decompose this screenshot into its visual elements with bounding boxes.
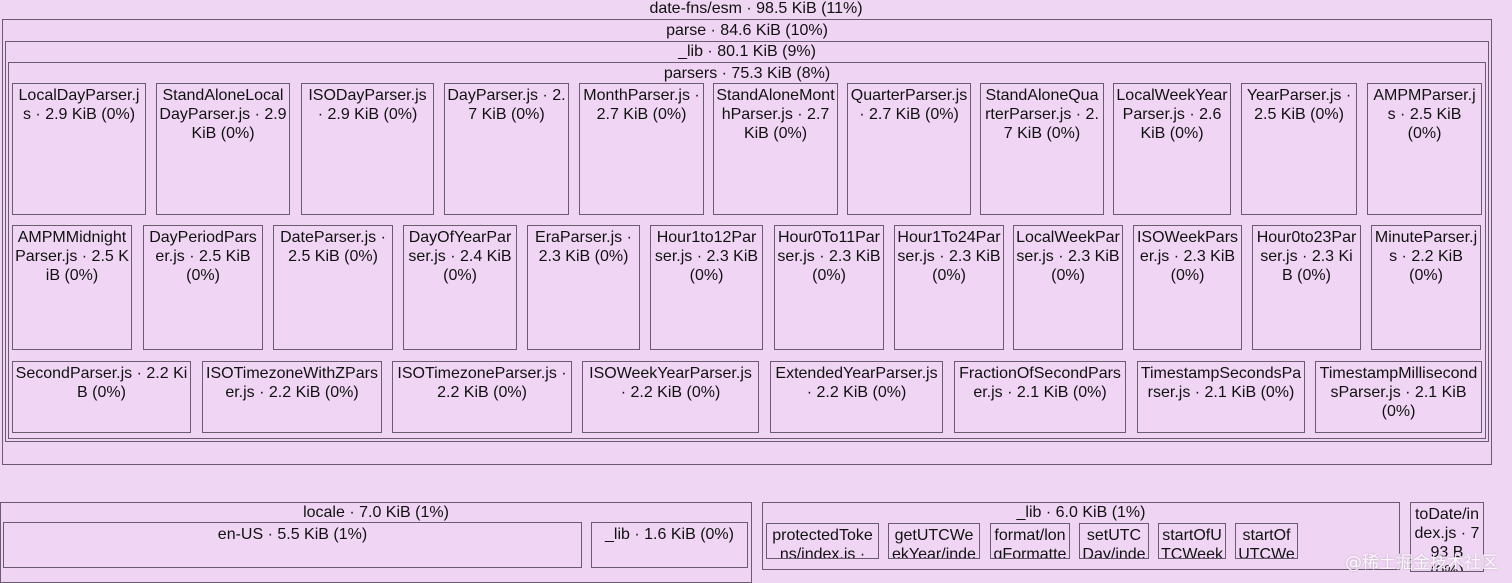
treemap-leaf[interactable]: AMPMMidnightParser.js · 2.5 KiB (0%) xyxy=(12,225,132,350)
treemap-leaf[interactable]: startOfUTCWeek xyxy=(1158,523,1226,559)
treemap-leaf[interactable]: ISOWeekParser.js · 2.3 KiB (0%) xyxy=(1133,225,1242,350)
treemap-leaf[interactable]: TimestampSecondsParser.js · 2.1 KiB (0%) xyxy=(1137,361,1305,433)
treemap-leaf[interactable]: LocalWeekYearParser.js · 2.6 KiB (0%) xyxy=(1113,83,1231,215)
treemap-leaf[interactable]: ISOTimezoneParser.js · 2.2 KiB (0%) xyxy=(392,361,572,433)
treemap-leaf[interactable]: AMPMParser.js · 2.5 KiB (0%) xyxy=(1367,83,1482,215)
group-label: parse · 84.6 KiB (10%) xyxy=(666,22,828,39)
treemap-leaf[interactable]: ISOTimezoneWithZParser.js · 2.2 KiB (0%) xyxy=(202,361,382,433)
treemap-leaf[interactable]: DateParser.js · 2.5 KiB (0%) xyxy=(273,225,393,350)
treemap-leaf[interactable]: YearParser.js · 2.5 KiB (0%) xyxy=(1241,83,1357,215)
treemap-leaf[interactable]: protectedTokens/index.js · xyxy=(766,523,879,559)
group-label: locale · 7.0 KiB (1%) xyxy=(303,504,449,521)
treemap-leaf-en-us[interactable]: en-US · 5.5 KiB (1%) xyxy=(3,522,582,568)
treemap-leaf[interactable]: MinuteParser.js · 2.2 KiB (0%) xyxy=(1371,225,1481,350)
treemap-leaf[interactable]: setUTCDay/index xyxy=(1079,523,1149,559)
treemap-leaf[interactable]: DayOfYearParser.js · 2.4 KiB (0%) xyxy=(403,225,517,350)
treemap-leaf[interactable]: QuarterParser.js · 2.7 KiB (0%) xyxy=(847,83,971,215)
treemap-leaf[interactable]: MonthParser.js · 2.7 KiB (0%) xyxy=(579,83,704,215)
treemap-leaf[interactable]: Hour1To24Parser.js · 2.3 KiB (0%) xyxy=(894,225,1004,350)
treemap-leaf[interactable]: format/longFormatte xyxy=(990,523,1070,559)
treemap-leaf[interactable]: Hour0To11Parser.js · 2.3 KiB (0%) xyxy=(774,225,884,350)
treemap-leaf[interactable]: StandAloneLocalDayParser.js · 2.9 KiB (0… xyxy=(156,83,290,215)
treemap-leaf[interactable]: Hour1to12Parser.js · 2.3 KiB (0%) xyxy=(650,225,763,350)
treemap-leaf[interactable]: ExtendedYearParser.js · 2.2 KiB (0%) xyxy=(770,361,943,433)
root-label: date-fns/esm · 98.5 KiB (11%) xyxy=(649,0,863,17)
treemap-leaf[interactable]: EraParser.js · 2.3 KiB (0%) xyxy=(527,225,640,350)
treemap-leaf[interactable]: StandAloneQuarterParser.js · 2.7 KiB (0%… xyxy=(980,83,1104,215)
treemap-leaf[interactable]: SecondParser.js · 2.2 KiB (0%) xyxy=(12,361,191,433)
treemap-leaf[interactable]: FractionOfSecondParser.js · 2.1 KiB (0%) xyxy=(954,361,1126,433)
treemap-leaf[interactable]: startOfUTCWe xyxy=(1235,523,1298,559)
treemap-leaf[interactable]: DayParser.js · 2.7 KiB (0%) xyxy=(444,83,569,215)
treemap-leaf[interactable]: ISOWeekYearParser.js · 2.2 KiB (0%) xyxy=(582,361,759,433)
treemap-leaf[interactable]: TimestampMillisecondsParser.js · 2.1 KiB… xyxy=(1315,361,1482,433)
treemap-leaf-locale-lib[interactable]: _lib · 1.6 KiB (0%) xyxy=(591,522,748,568)
treemap-leaf[interactable]: Hour0to23Parser.js · 2.3 KiB (0%) xyxy=(1252,225,1361,350)
group-label: _lib · 80.1 KiB (9%) xyxy=(678,43,816,60)
watermark: @稀土掘金技术社区 xyxy=(1345,553,1498,573)
group-label: _lib · 6.0 KiB (1%) xyxy=(1016,504,1146,521)
treemap-leaf[interactable]: ISODayParser.js · 2.9 KiB (0%) xyxy=(301,83,434,215)
treemap-leaf[interactable]: LocalWeekParser.js · 2.3 KiB (0%) xyxy=(1013,225,1123,350)
group-label: parsers · 75.3 KiB (8%) xyxy=(663,65,831,82)
treemap-leaf[interactable]: getUTCWeekYear/index xyxy=(888,523,980,559)
treemap-leaf[interactable]: StandAloneMonthParser.js · 2.7 KiB (0%) xyxy=(713,83,838,215)
treemap-leaf[interactable]: DayPeriodParser.js · 2.5 KiB (0%) xyxy=(143,225,263,350)
treemap-leaf[interactable]: LocalDayParser.js · 2.9 KiB (0%) xyxy=(12,83,146,215)
